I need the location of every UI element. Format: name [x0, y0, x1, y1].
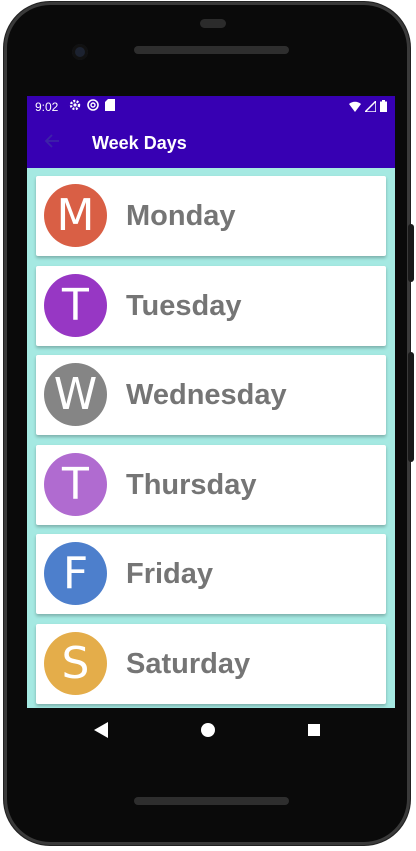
phone-frame: 9:02 Week Days M Monday T Tuesday W Wedn…: [4, 2, 414, 845]
list-item-day[interactable]: T Tuesday: [36, 265, 386, 346]
day-avatar: M: [44, 184, 107, 247]
day-letter: M: [56, 190, 95, 241]
day-letter: F: [62, 548, 89, 600]
system-nav-bar: [4, 708, 410, 754]
wifi-icon: [349, 101, 361, 115]
status-icons-left: [69, 99, 115, 114]
day-label: Monday: [126, 200, 236, 232]
day-label: Friday: [126, 558, 214, 591]
day-avatar: F: [44, 542, 107, 606]
screen: 9:02 Week Days M Monday T Tuesday W Wedn…: [27, 96, 395, 708]
list-item-day[interactable]: F Friday: [36, 534, 386, 615]
arrow-left-icon: [44, 133, 60, 154]
day-avatar: T: [44, 273, 107, 337]
app-bar: Week Days: [27, 118, 395, 168]
list-item-day[interactable]: M Monday: [36, 176, 386, 256]
day-label: Saturday: [126, 647, 251, 680]
day-letter: T: [62, 279, 89, 331]
day-letter: S: [61, 637, 90, 689]
front-camera: [72, 44, 88, 60]
day-avatar: T: [44, 452, 107, 516]
gear-icon: [69, 99, 81, 114]
day-letter: W: [53, 369, 98, 421]
day-avatar: S: [44, 631, 107, 695]
nav-home-icon[interactable]: [201, 723, 215, 737]
power-button: [408, 224, 414, 282]
status-bar: 9:02: [27, 96, 395, 118]
app-title: Week Days: [92, 133, 187, 153]
back-button[interactable]: [39, 130, 65, 156]
status-icons-right: [349, 98, 387, 115]
nav-recents-icon[interactable]: [308, 724, 320, 736]
list-item-day[interactable]: T Thursday: [36, 444, 386, 525]
nav-back-icon[interactable]: [94, 722, 108, 743]
day-avatar: W: [44, 363, 107, 427]
week-days-list: M Monday T Tuesday W Wednesday T Thursda…: [36, 176, 386, 708]
bottom-speaker: [134, 797, 289, 805]
day-label: Thursday: [126, 468, 257, 501]
day-letter: T: [62, 458, 89, 510]
day-label: Tuesday: [126, 289, 242, 322]
at-icon: [87, 99, 99, 114]
sd-card-icon: [105, 99, 115, 114]
day-label: Wednesday: [126, 379, 287, 412]
top-speaker: [134, 46, 289, 54]
list-item-day[interactable]: W Wednesday: [36, 355, 386, 436]
signal-icon: [363, 98, 377, 115]
earpiece: [200, 19, 226, 28]
status-time: 9:02: [35, 100, 59, 114]
battery-icon: [380, 100, 387, 115]
volume-button: [408, 352, 414, 462]
list-item-day[interactable]: S Saturday: [36, 623, 386, 704]
